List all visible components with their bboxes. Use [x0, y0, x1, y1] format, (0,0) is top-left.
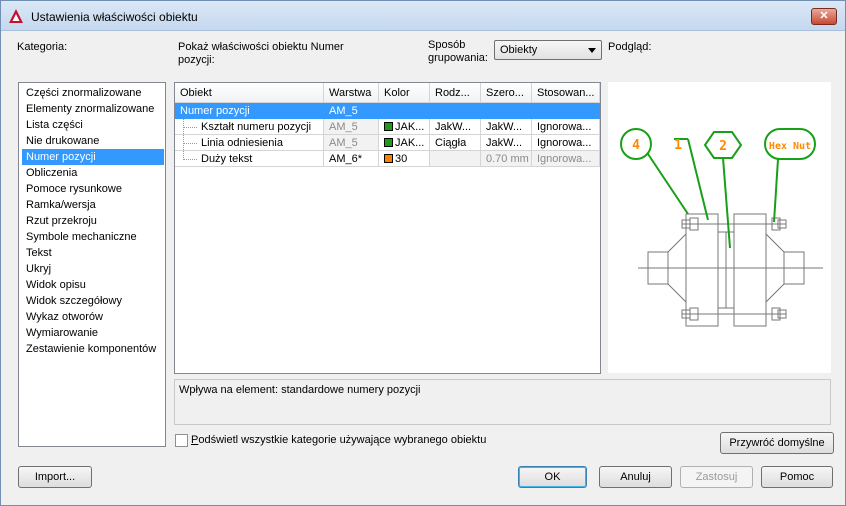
category-item[interactable]: Obliczenia — [22, 165, 164, 181]
balloon-hex-nut: Hex Nut — [769, 141, 811, 152]
cancel-button[interactable]: Anuluj — [599, 466, 672, 488]
table-row[interactable]: Kształt numeru pozycji AM_5 JAK... JakW.… — [175, 119, 600, 135]
column-header-szerokosc[interactable]: Szero... — [481, 83, 532, 103]
table-row-selected[interactable]: Numer pozycji AM_5 — [175, 103, 600, 119]
category-item[interactable]: Wymiarowanie — [22, 325, 164, 341]
preview-panel: 4 1 2 Hex Nut — [608, 82, 831, 373]
show-properties-label-line2: pozycji: — [178, 54, 215, 66]
category-item-selected[interactable]: Numer pozycji — [22, 149, 164, 165]
category-item[interactable]: Tekst — [22, 245, 164, 261]
cell-kolor-text: JAK... — [395, 137, 425, 149]
cell-stosowanie[interactable]: Ignorowa... — [532, 151, 600, 167]
cell-kolor-text: JAK... — [395, 121, 425, 133]
cell-obiekt-text: Linia odniesienia — [201, 137, 283, 149]
cell-obiekt: Kształt numeru pozycji — [175, 119, 324, 135]
cell-obiekt: Numer pozycji — [175, 103, 324, 119]
window-title: Ustawienia właściwości obiektu — [31, 10, 198, 24]
cell-szerokosc[interactable]: JakW... — [481, 135, 532, 151]
cell-szerokosc[interactable]: JakW... — [481, 119, 532, 135]
cell-warstwa[interactable]: AM_6* — [324, 151, 379, 167]
help-button[interactable]: Pomoc — [761, 466, 833, 488]
cell-obiekt: Linia odniesienia — [175, 135, 324, 151]
close-button[interactable]: ✕ — [811, 8, 837, 25]
grouping-dropdown[interactable]: Obiekty — [494, 40, 602, 60]
description-panel: Wpływa na element: standardowe numery po… — [174, 379, 831, 425]
cell-rodzaj[interactable] — [430, 151, 481, 167]
category-item[interactable]: Ukryj — [22, 261, 164, 277]
description-text: Wpływa na element: standardowe numery po… — [179, 384, 421, 396]
column-header-obiekt[interactable]: Obiekt — [175, 83, 324, 103]
balloon-4: 4 — [632, 138, 640, 153]
category-item[interactable]: Pomoce rysunkowe — [22, 181, 164, 197]
title-bar[interactable]: Ustawienia właściwości obiektu ✕ — [1, 1, 845, 31]
cell-stosowanie[interactable]: Ignorowa... — [532, 135, 600, 151]
tree-connector — [183, 143, 197, 144]
category-item[interactable]: Lista części — [22, 117, 164, 133]
cell-szerokosc[interactable] — [481, 103, 532, 119]
balloon-2: 2 — [719, 139, 727, 154]
cell-kolor[interactable]: JAK... — [379, 135, 430, 151]
column-header-kolor[interactable]: Kolor — [379, 83, 430, 103]
table-row[interactable]: Linia odniesienia AM_5 JAK... Ciągła Jak… — [175, 135, 600, 151]
color-swatch — [384, 154, 393, 163]
highlight-categories-label[interactable]: Podświetl wszystkie kategorie używające … — [191, 434, 486, 446]
column-header-rodzaj[interactable]: Rodz... — [430, 83, 481, 103]
preview-label: Podgląd: — [608, 41, 652, 53]
category-item[interactable]: Nie drukowane — [22, 133, 164, 149]
category-item[interactable]: Zestawienie komponentów — [22, 341, 164, 357]
tree-connector — [183, 159, 197, 160]
category-item[interactable]: Widok opisu — [22, 277, 164, 293]
properties-grid[interactable]: Obiekt Warstwa Kolor Rodz... Szero... St… — [174, 82, 601, 374]
cell-szerokosc[interactable]: 0.70 mm — [481, 151, 532, 167]
grouping-dropdown-value: Obiekty — [500, 44, 538, 56]
app-logo-icon — [9, 9, 23, 23]
ok-button[interactable]: OK — [518, 466, 587, 488]
category-item[interactable]: Wykaz otworów — [22, 309, 164, 325]
cell-stosowanie[interactable] — [532, 103, 600, 119]
cell-rodzaj[interactable]: JakW... — [430, 119, 481, 135]
tree-connector — [183, 127, 197, 128]
apply-button[interactable]: Zastosuj — [680, 466, 753, 488]
balloon-1: 1 — [674, 138, 682, 153]
grid-header: Obiekt Warstwa Kolor Rodz... Szero... St… — [175, 83, 600, 103]
column-header-warstwa[interactable]: Warstwa — [324, 83, 379, 103]
category-item[interactable]: Ramka/wersja — [22, 197, 164, 213]
cell-kolor[interactable]: JAK... — [379, 119, 430, 135]
column-header-stosowanie[interactable]: Stosowan... — [532, 83, 600, 103]
cell-obiekt-text: Kształt numeru pozycji — [201, 121, 312, 133]
preview-drawing: 4 1 2 Hex Nut — [620, 128, 823, 327]
category-item[interactable]: Widok szczegółowy — [22, 293, 164, 309]
chevron-down-icon — [588, 48, 596, 53]
category-item[interactable]: Symbole mechaniczne — [22, 229, 164, 245]
cell-warstwa[interactable]: AM_5 — [324, 135, 379, 151]
highlight-categories-label-text: odświetl wszystkie kategorie używające w… — [198, 434, 487, 446]
table-row[interactable]: Duży tekst AM_6* 30 0.70 mm Ignorowa... — [175, 151, 600, 167]
category-label: Kategoria: — [17, 41, 68, 53]
category-list[interactable]: Części znormalizowane Elementy znormaliz… — [18, 82, 166, 447]
grouping-label-line2: grupowania: — [428, 52, 488, 64]
cell-kolor[interactable]: 30 — [379, 151, 430, 167]
restore-defaults-button[interactable]: Przywróć domyślne — [720, 432, 834, 454]
color-swatch — [384, 122, 393, 131]
cell-kolor[interactable] — [379, 103, 430, 119]
import-button[interactable]: Import... — [18, 466, 92, 488]
category-item[interactable]: Elementy znormalizowane — [22, 101, 164, 117]
category-item[interactable]: Rzut przekroju — [22, 213, 164, 229]
grouping-label-line1: Sposób — [428, 39, 466, 51]
cell-warstwa[interactable]: AM_5 — [324, 103, 379, 119]
cell-warstwa[interactable]: AM_5 — [324, 119, 379, 135]
dialog-window: Ustawienia właściwości obiektu ✕ Kategor… — [0, 0, 846, 506]
cell-obiekt-text: Duży tekst — [201, 153, 253, 165]
show-properties-label-line1: Pokaż właściwości obiektu Numer — [178, 41, 344, 53]
cell-obiekt: Duży tekst — [175, 151, 324, 167]
cell-rodzaj[interactable]: Ciągła — [430, 135, 481, 151]
highlight-categories-checkbox[interactable] — [175, 434, 188, 447]
color-swatch — [384, 138, 393, 147]
cell-kolor-text: 30 — [395, 153, 408, 165]
cell-stosowanie[interactable]: Ignorowa... — [532, 119, 600, 135]
cell-rodzaj[interactable] — [430, 103, 481, 119]
category-item[interactable]: Części znormalizowane — [22, 85, 164, 101]
